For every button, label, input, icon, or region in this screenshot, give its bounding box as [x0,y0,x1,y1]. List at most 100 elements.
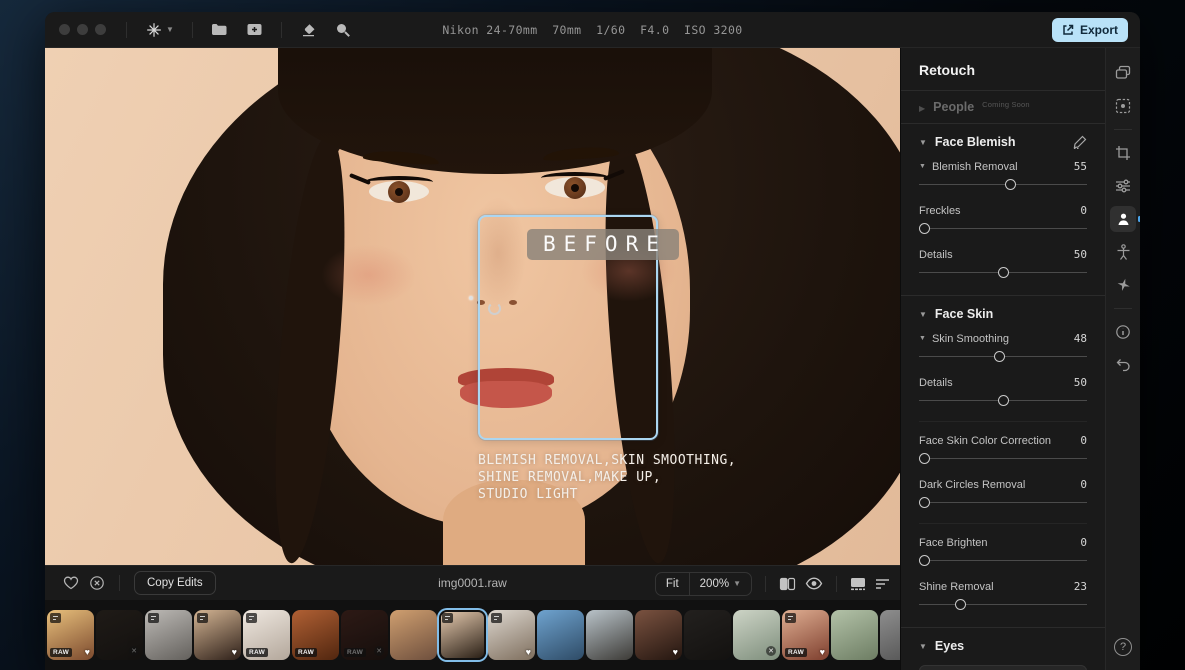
filmstrip-thumbnail[interactable] [390,610,437,660]
filmstrip-thumbnail[interactable]: RAW ♥ [47,610,94,660]
filmstrip-thumbnail[interactable] [439,610,486,660]
edited-badge [442,613,453,623]
slider-knob[interactable] [919,453,930,464]
retouch-panel: Retouch ▶ People Coming Soon ▼ Face Blem… [900,48,1105,670]
filmstrip-thumbnail[interactable]: ✕ [733,610,780,660]
slider-track[interactable] [919,595,1087,615]
chevron-down-icon: ▼ [919,138,927,147]
chevron-down-icon: ▼ [733,579,741,588]
slider-track[interactable] [919,551,1087,571]
portrait-eye [367,178,431,204]
slider-track[interactable] [919,219,1087,239]
help-button[interactable]: ? [1114,638,1132,656]
filmstrip-thumbnail[interactable]: ♥ [488,610,535,660]
add-image-icon [246,22,263,37]
filmstrip-thumbnail[interactable] [145,610,192,660]
slider-face-brighten: Face Brighten 0 [919,523,1087,571]
filmstrip-thumbnail[interactable] [537,610,584,660]
slider-track[interactable] [919,391,1087,411]
filmstrip-thumbnail[interactable]: ♥ [194,610,241,660]
filmstrip-thumbnail[interactable]: ♥ [635,610,682,660]
filmstrip-thumbnail[interactable] [831,610,878,660]
section-eyes-header[interactable]: ▼ Eyes [919,628,1087,655]
sort-button[interactable] [875,578,890,590]
slider-knob[interactable] [919,223,930,234]
nose-stud [469,296,473,300]
copy-edits-button[interactable]: Copy Edits [134,571,216,595]
open-folder-button[interactable] [207,18,232,41]
circle-x-icon [89,575,105,591]
slider-knob[interactable] [955,599,966,610]
edits-caption: BLEMISH REMOVAL,SKIN SMOOTHING, SHINE RE… [478,452,736,503]
slider-track[interactable] [919,175,1087,195]
ai-enhance-tool[interactable] [1110,272,1136,298]
statusbar-divider [836,576,837,592]
slider-knob[interactable] [998,395,1009,406]
crop-tool[interactable] [1110,140,1136,166]
reject-button[interactable] [89,575,105,591]
chevron-down-icon[interactable]: ▼ [919,335,926,342]
slider-details: Details 50 [919,248,1087,283]
section-face-skin-header[interactable]: ▼ Face Skin [919,296,1087,323]
panel-title: Retouch [919,48,1087,90]
filmstrip-thumbnail[interactable]: RAW ✕ [341,610,388,660]
slider-label: Shine Removal [919,581,1068,593]
slider-track[interactable] [919,347,1087,367]
iris-preset-dropdown[interactable]: Original Iris ⌃⌄ [919,665,1087,670]
slider-track[interactable] [919,493,1087,513]
layers-tool[interactable] [1110,60,1136,86]
raw-badge: RAW [344,648,366,657]
info-button[interactable] [1110,319,1136,345]
window-controls[interactable] [59,24,106,35]
slider-knob[interactable] [919,555,930,566]
export-icon [1062,24,1074,36]
section-face-blemish-header[interactable]: ▼ Face Blemish [919,124,1087,151]
filmstrip-thumbnail[interactable]: ✕ [96,610,143,660]
slider-value: 55 [1074,160,1087,173]
window-close-button[interactable] [59,24,70,35]
heart-icon: ♥ [526,647,531,657]
zoom-level-dropdown[interactable]: 200% ▼ [690,573,751,595]
slider-knob[interactable] [994,351,1005,362]
fit-button[interactable]: Fit [656,573,689,595]
slider-track[interactable] [919,263,1087,283]
brush-edit-icon[interactable] [1073,135,1087,149]
chevron-down-icon: ▼ [919,310,927,319]
filmstrip-thumbnail[interactable] [586,610,633,660]
body-retouch-tool[interactable] [1110,239,1136,265]
adjustments-tool[interactable] [1110,173,1136,199]
window-maximize-button[interactable] [95,24,106,35]
slider-track[interactable] [919,449,1087,469]
window-minimize-button[interactable] [77,24,88,35]
filmstrip-thumbnail[interactable] [684,610,731,660]
slider-knob[interactable] [919,497,930,508]
slider-skin-details: Details 50 [919,376,1087,411]
chevron-down-icon[interactable]: ▼ [919,163,926,170]
eye-icon [805,577,823,590]
add-image-button[interactable] [242,18,267,41]
eraser-tool-button[interactable] [296,18,321,41]
chevron-down-icon: ▼ [919,642,927,651]
slider-knob[interactable] [998,267,1009,278]
filmstrip-thumbnail[interactable]: RAW ♥ [782,610,829,660]
export-button[interactable]: Export [1052,18,1128,42]
filmstrip-thumbnail[interactable]: RAW [292,610,339,660]
preview-toggle-button[interactable] [805,577,823,590]
image-canvas[interactable]: BEFORE BLEMISH REMOVAL,SKIN SMOOTHING, S… [45,48,900,565]
favorite-button[interactable] [63,576,79,590]
sparkle-icon [145,21,163,39]
section-title: Face Blemish [935,135,1065,149]
section-people[interactable]: ▶ People Coming Soon [919,91,1087,123]
selection-tool[interactable] [1110,93,1136,119]
slider-knob[interactable] [1005,179,1016,190]
undo-button[interactable] [1110,352,1136,378]
sliders-icon [1115,179,1131,193]
portrait-retouch-tool[interactable] [1110,206,1136,232]
filmstrip-toggle-button[interactable] [850,577,866,591]
layers-icon [1115,65,1131,81]
zoom-tool-button[interactable] [331,18,355,42]
split-view-button[interactable] [779,577,796,591]
filmstrip-thumbnail[interactable]: RAW [243,610,290,660]
filmstrip-thumbnail[interactable] [880,610,900,660]
ai-presets-button[interactable]: ▼ [141,17,178,43]
